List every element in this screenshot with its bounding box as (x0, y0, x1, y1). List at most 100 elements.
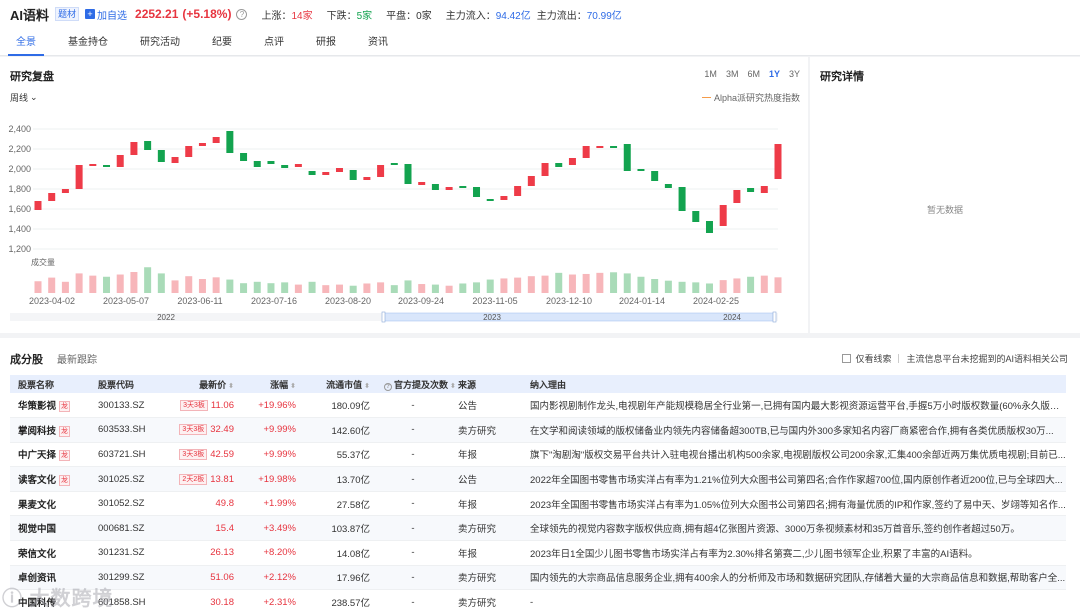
tab-news[interactable]: 资讯 (366, 33, 390, 55)
table-row[interactable]: 视觉中国 000681.SZ 15.4 +3.49% 103.87亿 - 卖方研究 全球领先的… (10, 515, 1066, 541)
stock-name[interactable]: 中广天择龙 (10, 442, 90, 467)
stock-name[interactable]: 中国科传 (10, 590, 90, 614)
candle (349, 170, 357, 180)
tab-reports[interactable]: 研报 (314, 33, 338, 55)
candle (760, 186, 768, 193)
candle (89, 164, 97, 166)
y-tick-label: 1,400 (8, 224, 31, 234)
range-1m[interactable]: 1M (704, 69, 717, 79)
inclusion-reason: 国内影视剧制作龙头,电视剧年产能规模稳居全行业第一,已拥有国内最大影视资源运营平… (530, 401, 1066, 413)
candle (431, 184, 439, 190)
x-tick-label: 2023-07-16 (251, 296, 297, 306)
col-change[interactable]: 涨幅 ⬍ (240, 375, 302, 393)
candle (171, 157, 179, 163)
tab-overview[interactable]: 全景 (8, 33, 44, 56)
table-row[interactable]: 中广天择龙 603721.SH 3天3板 42.59 +9.99% 55.37亿 - 年报 旗下… (10, 442, 1066, 467)
stock-change: +9.99% (263, 424, 297, 436)
candle (568, 158, 576, 165)
stock-change: +2.31% (263, 596, 297, 608)
volume-bar (61, 281, 69, 293)
volume-bar (541, 275, 549, 293)
volume-bar (678, 281, 686, 293)
col-mention[interactable]: ? 官方提及次数 ⬍ (376, 375, 456, 393)
tab-fund-holdings[interactable]: 基金持仓 (66, 33, 110, 55)
candle (198, 143, 206, 146)
stock-change: +19.98% (258, 473, 296, 485)
candle (664, 184, 672, 188)
stock-name[interactable]: 华策影视龙 (10, 393, 90, 418)
table-row[interactable]: 读客文化龙 301025.SZ 2天2板 13.81 +19.98% 13.70亿 - 公告 2… (10, 466, 1066, 492)
stock-cap: 13.70亿 (336, 475, 370, 487)
clues-only-checkbox[interactable] (842, 354, 852, 363)
x-tick-label: 2023-11-05 (472, 296, 517, 306)
tab-minutes[interactable]: 纪要 (210, 33, 234, 55)
stock-code: 601858.SH (98, 596, 146, 608)
tab-comments[interactable]: 点评 (262, 33, 286, 55)
stock-code: 603533.SH (98, 424, 146, 436)
col-cap[interactable]: 流通市值 ⬍ (302, 375, 376, 393)
candle (226, 131, 234, 153)
navigator-handle-left[interactable] (381, 311, 386, 323)
info-icon[interactable]: ? (236, 8, 248, 20)
stock-name[interactable]: 读客文化龙 (10, 467, 90, 492)
clues-only-label[interactable]: 仅看线索 (855, 352, 891, 365)
range-1y[interactable]: 1Y (769, 69, 780, 79)
x-tick-label: 2023-04-02 (29, 296, 75, 306)
volume-bar (185, 276, 193, 293)
volume-bar (473, 282, 481, 293)
price-chart[interactable]: 2,400 2,200 2,000 1,800 1,600 1,400 1,200成交量 20… (0, 57, 808, 333)
divider (898, 354, 900, 363)
table-row[interactable]: 果麦文化 301052.SZ 49.8 +1.99% 27.58亿 - 年报 2023年全国图… (10, 491, 1066, 516)
range-3y[interactable]: 3Y (789, 69, 800, 79)
add-watchlist-button[interactable]: + 加自选 (85, 7, 127, 22)
stock-name[interactable]: 果麦文化 (10, 491, 90, 516)
source: 公告 (458, 401, 478, 413)
stock-price: 49.8 (215, 498, 235, 510)
col-price[interactable]: 最新价 ⬍ (178, 375, 240, 393)
theme-badge: 题材 (55, 7, 80, 21)
navigator-year-label: 2024 (723, 313, 741, 322)
range-6m[interactable]: 6M (747, 69, 760, 79)
volume-bar (75, 273, 83, 293)
volume-bar (322, 285, 330, 293)
table-row[interactable]: 卓创资讯 301299.SZ 51.06 +2.12% 17.96亿 - 卖方研究 国内领先的… (10, 565, 1066, 590)
volume-bar (664, 280, 672, 293)
candle (48, 193, 56, 201)
candle (240, 153, 248, 161)
stock-change: +1.99% (263, 498, 297, 510)
table-row[interactable]: 荣信文化 301231.SZ 26.13 +8.20% 14.08亿 - 年报 2023年日1… (10, 541, 1066, 566)
tab-research-activity[interactable]: 研究活动 (138, 33, 182, 55)
tab-latest-tracking[interactable]: 最新跟踪 (57, 351, 97, 366)
navigator-year-label: 2022 (157, 313, 175, 322)
table-row[interactable]: 中国科传 601858.SH 30.18 +2.31% 238.57亿 - 卖方研究 - (10, 590, 1066, 614)
stock-price: 3天3板 32.49 (178, 418, 240, 443)
leader-badge: 龙 (59, 475, 71, 487)
stock-name[interactable]: 掌阅科技龙 (10, 418, 90, 443)
range-3m[interactable]: 3M (726, 69, 739, 79)
candle (637, 169, 645, 171)
stock-name[interactable]: 卓创资讯 (10, 565, 90, 590)
stock-price: 15.4 (215, 522, 235, 534)
down-count: 下跌：5家 (326, 10, 373, 22)
stock-name[interactable]: 荣信文化 (10, 541, 90, 566)
stock-name[interactable]: 视觉中国 (10, 516, 90, 541)
period-selector[interactable]: 周线 ⌄ (10, 91, 38, 104)
candle (34, 201, 42, 210)
table-row[interactable]: 掌阅科技龙 603533.SH 3天3板 32.49 +9.99% 142.60亿 - 卖方研… (10, 417, 1066, 443)
table-row[interactable]: 华策影视龙 300133.SZ 3天3板 11.06 +19.96% 180.09亿 - 公告… (10, 393, 1066, 418)
legend-line-icon (701, 97, 711, 98)
chart-legend[interactable]: Alpha派研究热度指数 (701, 91, 800, 104)
tab-constituents[interactable]: 成分股 (10, 351, 43, 367)
navigator-handle-right[interactable] (772, 311, 777, 323)
volume-bar (212, 277, 220, 293)
stock-price: 3天3板 11.06 (178, 393, 240, 418)
help-icon: ? (384, 382, 392, 391)
volume-bar (774, 277, 782, 293)
volume-bar (637, 276, 645, 293)
candle (541, 163, 549, 176)
candle (500, 196, 508, 200)
stock-cap: 103.87亿 (331, 524, 370, 536)
candle (61, 189, 69, 193)
volume-bar (568, 274, 576, 293)
candle (335, 168, 343, 172)
